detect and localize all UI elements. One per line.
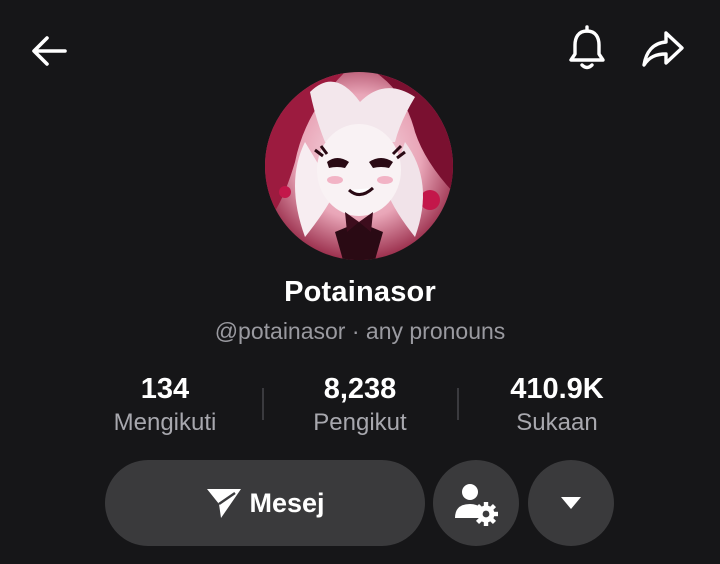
user-gear-icon <box>455 484 498 526</box>
send-icon <box>207 489 242 518</box>
stat-divider <box>262 388 264 420</box>
caret-down-icon <box>561 497 581 509</box>
share-arrow-icon <box>642 31 684 67</box>
arrow-left-icon <box>32 36 67 66</box>
following-count: 134 <box>140 373 190 405</box>
stat-likes[interactable]: 410.9K Sukaan <box>457 370 657 438</box>
profile-stats: 134 Mengikuti 8,238 Pengikut 410.9K Suka… <box>0 370 720 440</box>
handle-pronouns: @potainasor · any pronouns <box>214 318 506 344</box>
share-button[interactable] <box>638 24 688 74</box>
stat-followers[interactable]: 8,238 Pengikut <box>260 370 460 438</box>
action-row: Mesej <box>0 460 720 546</box>
profile-avatar[interactable] <box>265 72 453 260</box>
message-button[interactable]: Mesej <box>105 460 425 546</box>
display-name: Potainasor <box>284 276 436 308</box>
back-button[interactable] <box>24 26 74 76</box>
stat-divider <box>457 388 459 420</box>
followers-label: Pengikut <box>313 409 407 436</box>
likes-count: 410.9K <box>510 373 604 405</box>
avatar-image <box>265 72 453 260</box>
bell-icon <box>569 25 605 70</box>
message-label: Mesej <box>249 487 325 518</box>
likes-label: Sukaan <box>516 409 598 436</box>
more-options-button[interactable] <box>528 460 614 546</box>
notification-button[interactable] <box>562 24 612 74</box>
following-label: Mengikuti <box>113 409 217 436</box>
stat-following[interactable]: 134 Mengikuti <box>65 370 265 438</box>
followers-count: 8,238 <box>323 373 397 405</box>
user-settings-button[interactable] <box>433 460 519 546</box>
